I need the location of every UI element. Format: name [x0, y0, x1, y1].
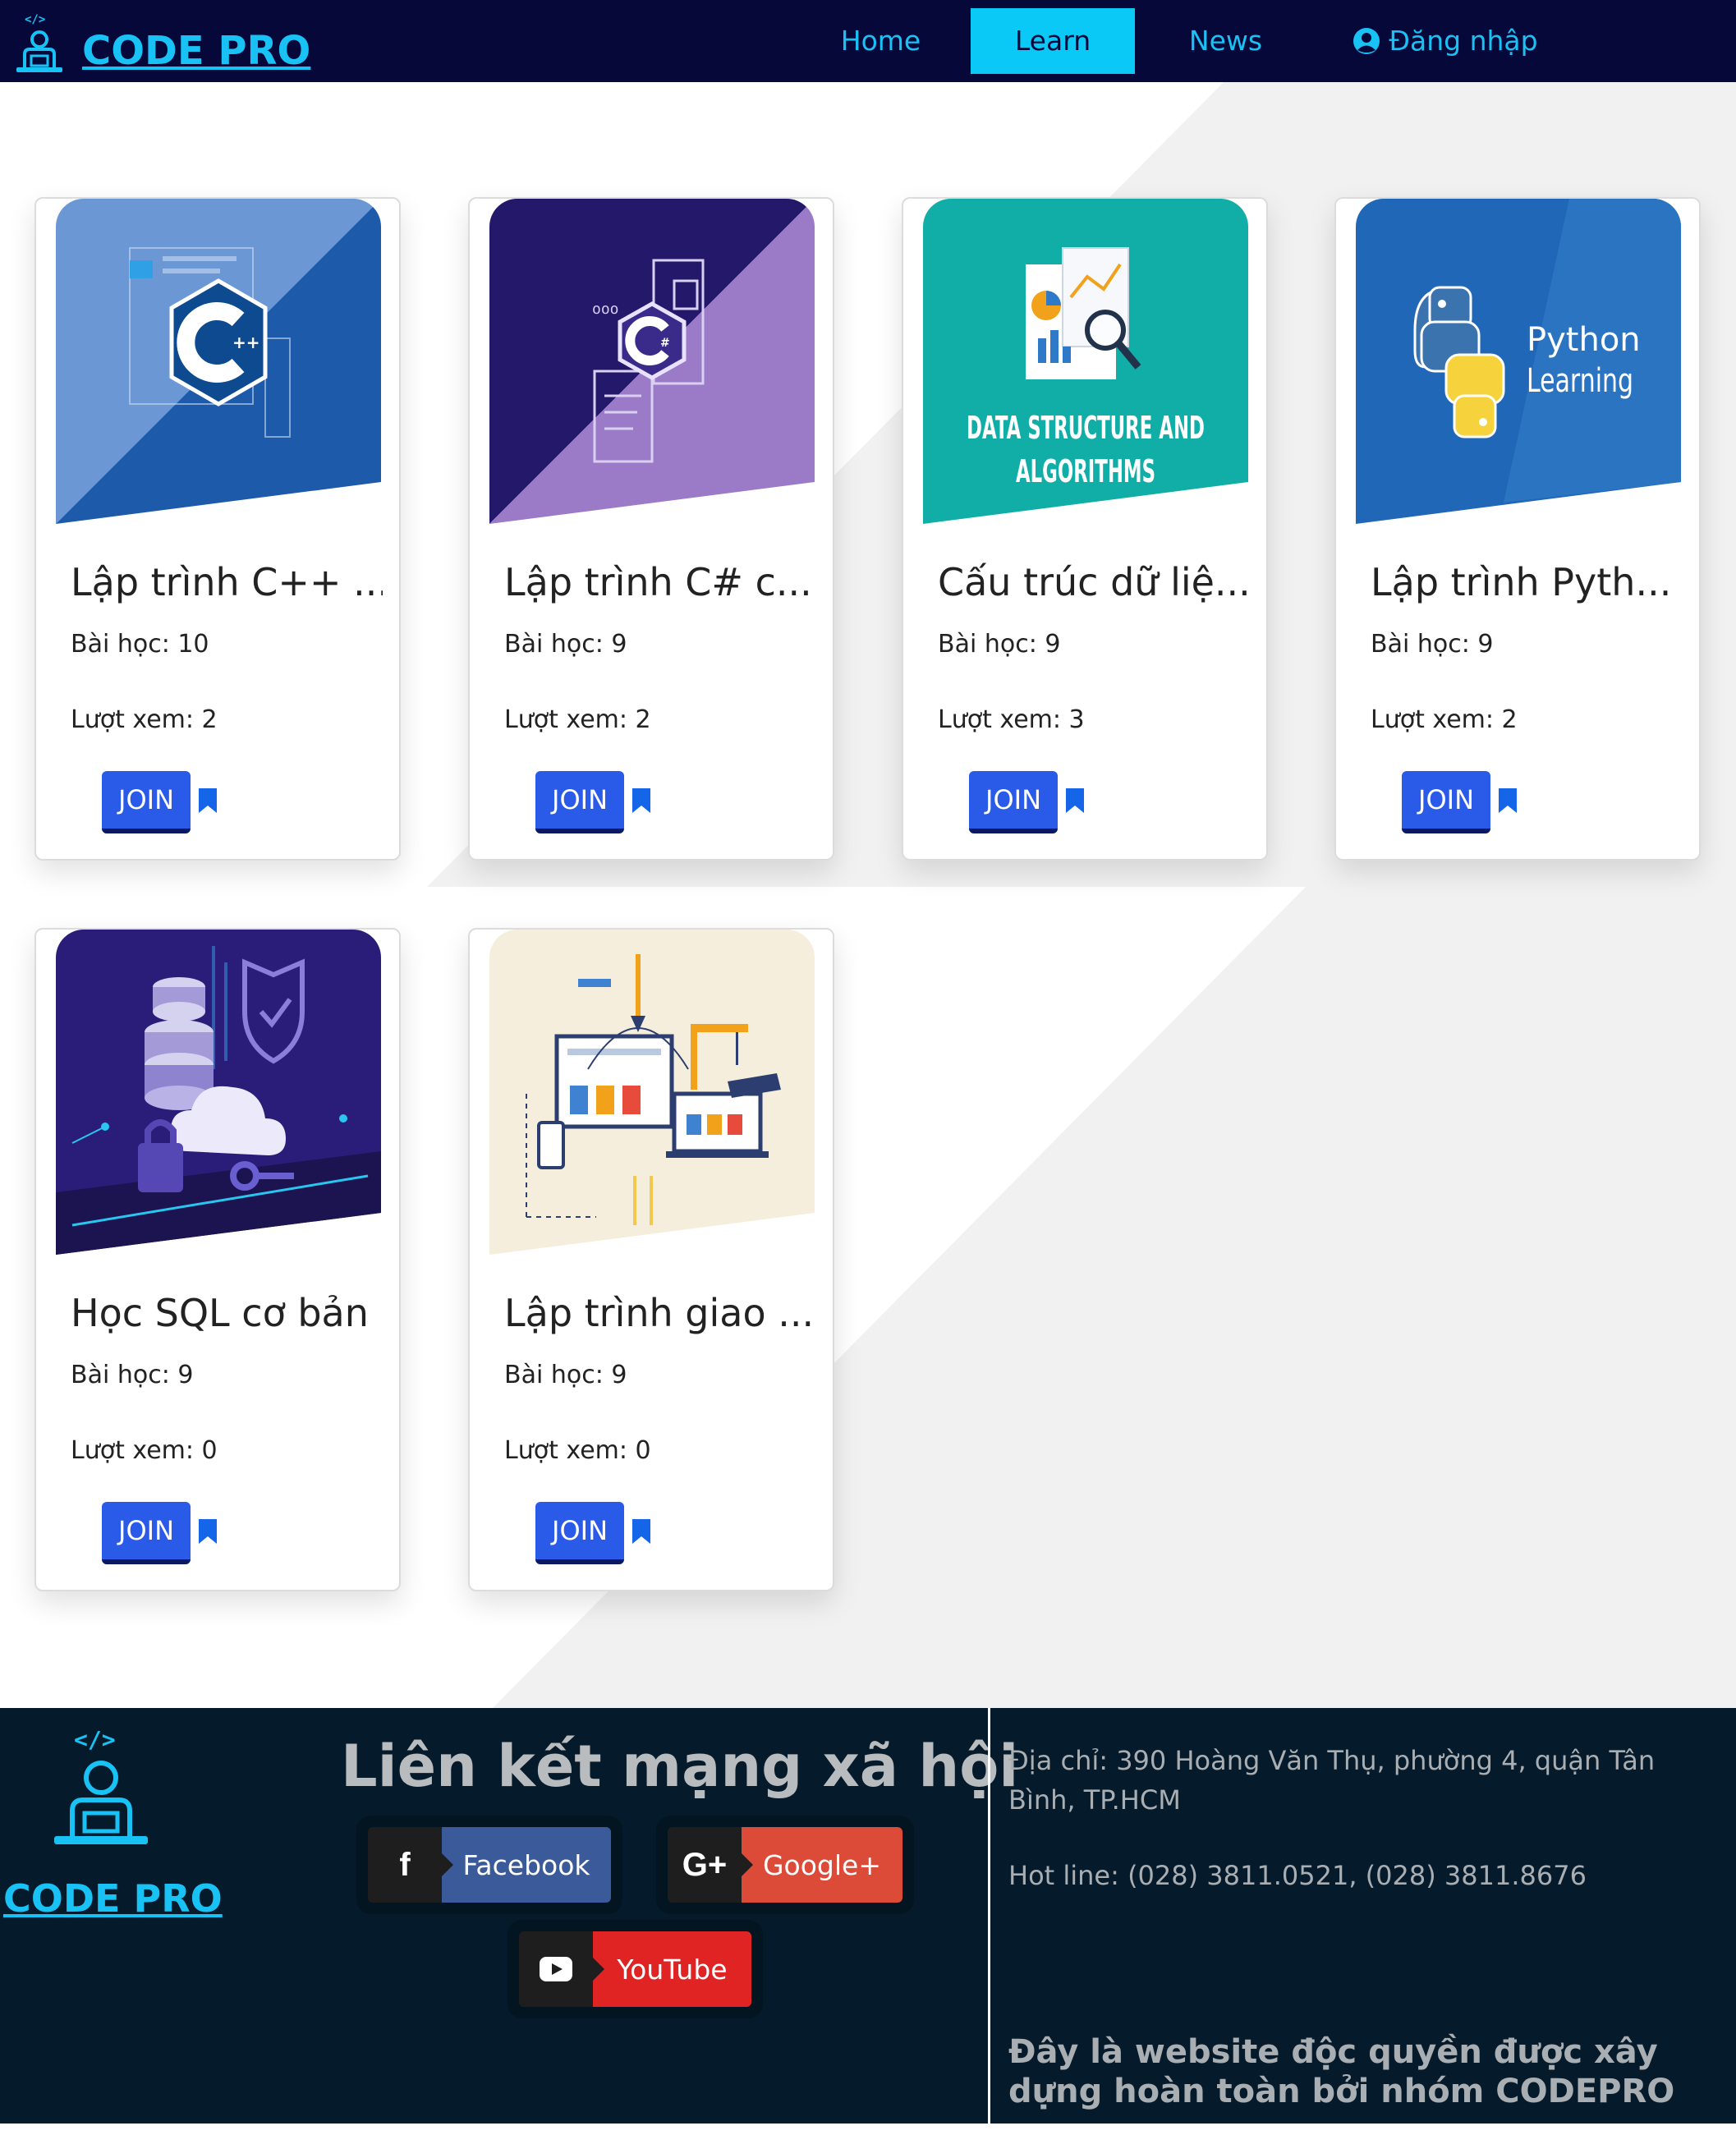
- footer-brand-name: CODE PRO: [3, 1876, 223, 1921]
- nav-home[interactable]: Home: [821, 8, 940, 74]
- lesson-count: Bài học: 9: [71, 1361, 194, 1389]
- page-bottom-edge: [0, 2124, 1736, 2135]
- join-button[interactable]: JOIN: [102, 771, 191, 833]
- user-circle-icon: [1353, 28, 1380, 54]
- course-card: Lập trình giao ... Bài học: 9 Lượt xem: …: [468, 928, 834, 1591]
- site-footer: </> CODE PRO Liên kết mạng xã hội f Face…: [0, 1708, 1736, 2124]
- lesson-count: Bài học: 10: [71, 630, 209, 659]
- course-title[interactable]: Lập trình C++ ...: [71, 560, 383, 604]
- bookmark-icon[interactable]: [199, 788, 217, 813]
- course-title[interactable]: Lập trình C# c...: [504, 560, 816, 604]
- nav-learn[interactable]: Learn: [971, 8, 1135, 74]
- course-card: Python Learning Lập trình Pyth... Bài họ…: [1334, 197, 1701, 861]
- course-card: ++ Lập trình C++ ... Bài học: 10 Lượt xe…: [34, 197, 401, 861]
- bookmark-icon[interactable]: [199, 1519, 217, 1544]
- footer-divider: [988, 1708, 990, 2124]
- bookmark-icon[interactable]: [632, 788, 650, 813]
- view-count: Lượt xem: 0: [504, 1436, 651, 1465]
- lesson-count: Bài học: 9: [504, 1361, 627, 1389]
- view-count: Lượt xem: 2: [71, 705, 218, 734]
- lesson-count: Bài học: 9: [1371, 630, 1494, 659]
- youtube-icon: [519, 1931, 604, 2007]
- view-count: Lượt xem: 3: [938, 705, 1085, 734]
- course-thumbnail[interactable]: [489, 930, 815, 1255]
- view-count: Lượt xem: 2: [504, 705, 651, 734]
- bookmark-icon[interactable]: [1066, 788, 1084, 813]
- view-count: Lượt xem: 0: [71, 1436, 218, 1465]
- data-structure-icon: DATA STRUCTURE AND ALGORITHMS: [923, 199, 1248, 524]
- top-navbar: </> CODE PRO Home Learn News Đăng nhập: [0, 0, 1736, 82]
- cpp-logo-icon: ++: [56, 199, 381, 524]
- join-button[interactable]: JOIN: [969, 771, 1058, 833]
- csharp-logo-icon: ooo #: [489, 199, 815, 524]
- coder-laptop-icon: </>: [16, 13, 62, 72]
- web-design-icon: [489, 930, 815, 1255]
- course-thumbnail[interactable]: DATA STRUCTURE AND ALGORITHMS: [923, 199, 1248, 524]
- facebook-icon: f: [368, 1827, 453, 1903]
- course-card: ooo # Lập trình C# c... Bài học: 9 Lượt …: [468, 197, 834, 861]
- svg-text:</>: </>: [74, 1726, 116, 1753]
- course-thumbnail[interactable]: [56, 930, 381, 1255]
- svg-text:++: ++: [232, 333, 260, 352]
- view-count: Lượt xem: 2: [1371, 705, 1518, 734]
- thumbnail-caption-line1: Python: [1527, 321, 1641, 359]
- course-thumbnail[interactable]: ++: [56, 199, 381, 524]
- copyright-notice: Đây là website độc quyền được xây dựng h…: [1008, 2033, 1675, 2110]
- nav-news[interactable]: News: [1166, 8, 1285, 74]
- course-title[interactable]: Cấu trúc dữ liệ...: [938, 560, 1250, 604]
- database-cloud-icon: [56, 930, 381, 1255]
- thumbnail-caption-line1: DATA STRUCTURE AND: [967, 410, 1205, 446]
- svg-text:#: #: [660, 337, 670, 350]
- python-logo-icon: Python Learning: [1356, 199, 1681, 524]
- google-plus-button[interactable]: G+ Google+: [668, 1827, 902, 1903]
- coder-laptop-icon: </>: [54, 1726, 148, 1844]
- join-button[interactable]: JOIN: [102, 1502, 191, 1564]
- svg-text:</>: </>: [25, 13, 45, 26]
- brand-logo-link[interactable]: </> CODE PRO: [13, 10, 310, 76]
- google-plus-icon: G+: [668, 1827, 753, 1903]
- google-plus-label: Google+: [742, 1827, 902, 1903]
- lesson-count: Bài học: 9: [938, 630, 1061, 659]
- bookmark-icon[interactable]: [1499, 788, 1517, 813]
- youtube-button[interactable]: YouTube: [519, 1931, 751, 2007]
- facebook-button[interactable]: f Facebook: [368, 1827, 611, 1903]
- login-label: Đăng nhập: [1389, 25, 1538, 57]
- youtube-label: YouTube: [593, 1931, 751, 2007]
- course-card: Học SQL cơ bản Bài học: 9 Lượt xem: 0 JO…: [34, 928, 401, 1591]
- facebook-label: Facebook: [442, 1827, 611, 1903]
- course-title[interactable]: Lập trình giao ...: [504, 1291, 816, 1335]
- svg-text:ooo: ooo: [592, 301, 619, 318]
- course-thumbnail[interactable]: Python Learning: [1356, 199, 1681, 524]
- contact-hotline: Hot line: (028) 3811.0521, (028) 3811.86…: [1008, 1860, 1587, 1891]
- join-button[interactable]: JOIN: [1402, 771, 1490, 833]
- course-title[interactable]: Lập trình Pyth...: [1371, 560, 1683, 604]
- join-button[interactable]: JOIN: [535, 771, 624, 833]
- thumbnail-caption-line2: Learning: [1527, 362, 1633, 400]
- social-links-title: Liên kết mạng xã hội: [341, 1733, 1019, 1800]
- course-card: DATA STRUCTURE AND ALGORITHMS Cấu trúc d…: [902, 197, 1268, 861]
- contact-address: Địa chỉ: 390 Hoàng Văn Thụ, phường 4, qu…: [1008, 1745, 1656, 1816]
- course-list-section: ++ Lập trình C++ ... Bài học: 10 Lượt xe…: [0, 82, 1736, 1708]
- course-title[interactable]: Học SQL cơ bản: [71, 1291, 383, 1335]
- bookmark-icon[interactable]: [632, 1519, 650, 1544]
- brand-name: CODE PRO: [82, 28, 311, 74]
- join-button[interactable]: JOIN: [535, 1502, 624, 1564]
- thumbnail-caption-line2: ALGORITHMS: [1016, 453, 1155, 489]
- course-thumbnail[interactable]: ooo #: [489, 199, 815, 524]
- nav-login[interactable]: Đăng nhập: [1347, 8, 1544, 74]
- lesson-count: Bài học: 9: [504, 630, 627, 659]
